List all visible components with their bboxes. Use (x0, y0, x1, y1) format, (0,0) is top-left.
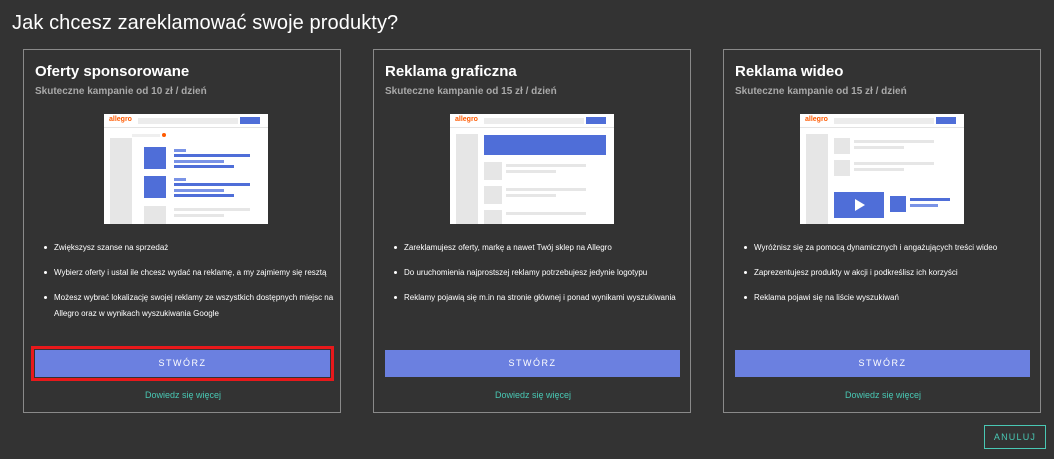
preview-dot (162, 133, 166, 137)
allegro-logo: allegro (455, 116, 478, 123)
preview-line (854, 162, 934, 165)
card-title: Oferty sponsorowane (35, 63, 190, 80)
page-title: Jak chcesz zareklamować swoje produkty? (12, 12, 399, 34)
preview-line (854, 146, 904, 149)
preview-sidebar (806, 134, 828, 224)
preview-search-bar (138, 118, 238, 124)
feature-list: Wyróżnisz się za pomocą dynamicznych i a… (744, 240, 1034, 315)
preview-line (910, 204, 938, 207)
preview-line (174, 165, 234, 168)
learn-more-link[interactable]: Dowiedz się więcej (374, 390, 692, 400)
preview-line (174, 189, 224, 192)
preview-line (506, 194, 556, 197)
list-item: Do uruchomienia najprostszej reklamy pot… (394, 265, 684, 281)
allegro-logo: allegro (805, 116, 828, 123)
preview-sponsored-offers-image: allegro (104, 114, 268, 224)
preview-line (174, 183, 250, 186)
learn-more-link[interactable]: Dowiedz się więcej (24, 390, 342, 400)
preview-sidebar (456, 134, 478, 224)
preview-line (506, 170, 556, 173)
list-item: Zaprezentujesz produkty w akcji i podkre… (744, 265, 1034, 281)
preview-video-player (834, 192, 884, 218)
create-display-ads-button[interactable]: STWÓRZ (385, 350, 680, 377)
preview-line (506, 188, 586, 191)
feature-list: Zwiększysz szanse na sprzedaż Wybierz of… (44, 240, 334, 331)
list-item: Reklama pojawi się na liście wyszukiwań (744, 290, 1034, 306)
preview-line (174, 178, 186, 181)
learn-more-link[interactable]: Dowiedz się więcej (724, 390, 1042, 400)
preview-product-image (484, 162, 502, 180)
preview-line (174, 149, 186, 152)
preview-line (174, 208, 250, 211)
preview-search-button (936, 117, 956, 124)
preview-search-button (240, 117, 260, 124)
card-title: Reklama graficzna (385, 63, 517, 80)
preview-product-image (484, 186, 502, 204)
preview-product-image (484, 210, 502, 224)
preview-product-image (890, 196, 906, 212)
preview-product-image (834, 160, 850, 176)
card-display-ads: Reklama graficzna Skuteczne kampanie od … (373, 49, 691, 413)
play-icon (855, 199, 865, 211)
preview-product-image (834, 138, 850, 154)
card-subtitle: Skuteczne kampanie od 15 zł / dzień (385, 86, 557, 97)
preview-line (854, 140, 934, 143)
preview-search-button (586, 117, 606, 124)
list-item: Wyróżnisz się za pomocą dynamicznych i a… (744, 240, 1034, 256)
preview-line (174, 214, 224, 217)
preview-product-image (144, 147, 166, 169)
preview-header: allegro (450, 114, 614, 128)
preview-search-bar (484, 118, 584, 124)
preview-product-image (144, 176, 166, 198)
preview-line (506, 212, 586, 215)
preview-video-ads-image: allegro (800, 114, 964, 224)
create-sponsored-offers-button[interactable]: STWÓRZ (31, 346, 334, 381)
allegro-logo: allegro (109, 116, 132, 123)
preview-sidebar (110, 138, 132, 224)
preview-product-image (144, 206, 166, 224)
preview-line (854, 168, 904, 171)
card-sponsored-offers: Oferty sponsorowane Skuteczne kampanie o… (23, 49, 341, 413)
cancel-button[interactable]: ANULUJ (984, 425, 1046, 449)
preview-line (174, 154, 250, 157)
list-item: Możesz wybrać lokalizację swojej reklamy… (44, 290, 334, 322)
card-title: Reklama wideo (735, 63, 844, 80)
card-subtitle: Skuteczne kampanie od 15 zł / dzień (735, 86, 907, 97)
list-item: Zareklamujesz oferty, markę a nawet Twój… (394, 240, 684, 256)
create-video-ads-button[interactable]: STWÓRZ (735, 350, 1030, 377)
preview-banner (484, 135, 606, 155)
preview-display-ads-image: allegro (450, 114, 614, 224)
card-video-ads: Reklama wideo Skuteczne kampanie od 15 z… (723, 49, 1041, 413)
preview-header: allegro (800, 114, 964, 128)
preview-line (910, 198, 950, 201)
feature-list: Zareklamujesz oferty, markę a nawet Twój… (394, 240, 684, 315)
preview-line (174, 160, 224, 163)
list-item: Reklamy pojawią się m.in na stronie głów… (394, 290, 684, 306)
list-item: Zwiększysz szanse na sprzedaż (44, 240, 334, 256)
card-subtitle: Skuteczne kampanie od 10 zł / dzień (35, 86, 207, 97)
list-item: Wybierz oferty i ustal ile chcesz wydać … (44, 265, 334, 281)
preview-header: allegro (104, 114, 268, 128)
preview-line (506, 164, 586, 167)
preview-breadcrumb (132, 134, 160, 137)
preview-line (174, 194, 234, 197)
preview-search-bar (834, 118, 934, 124)
